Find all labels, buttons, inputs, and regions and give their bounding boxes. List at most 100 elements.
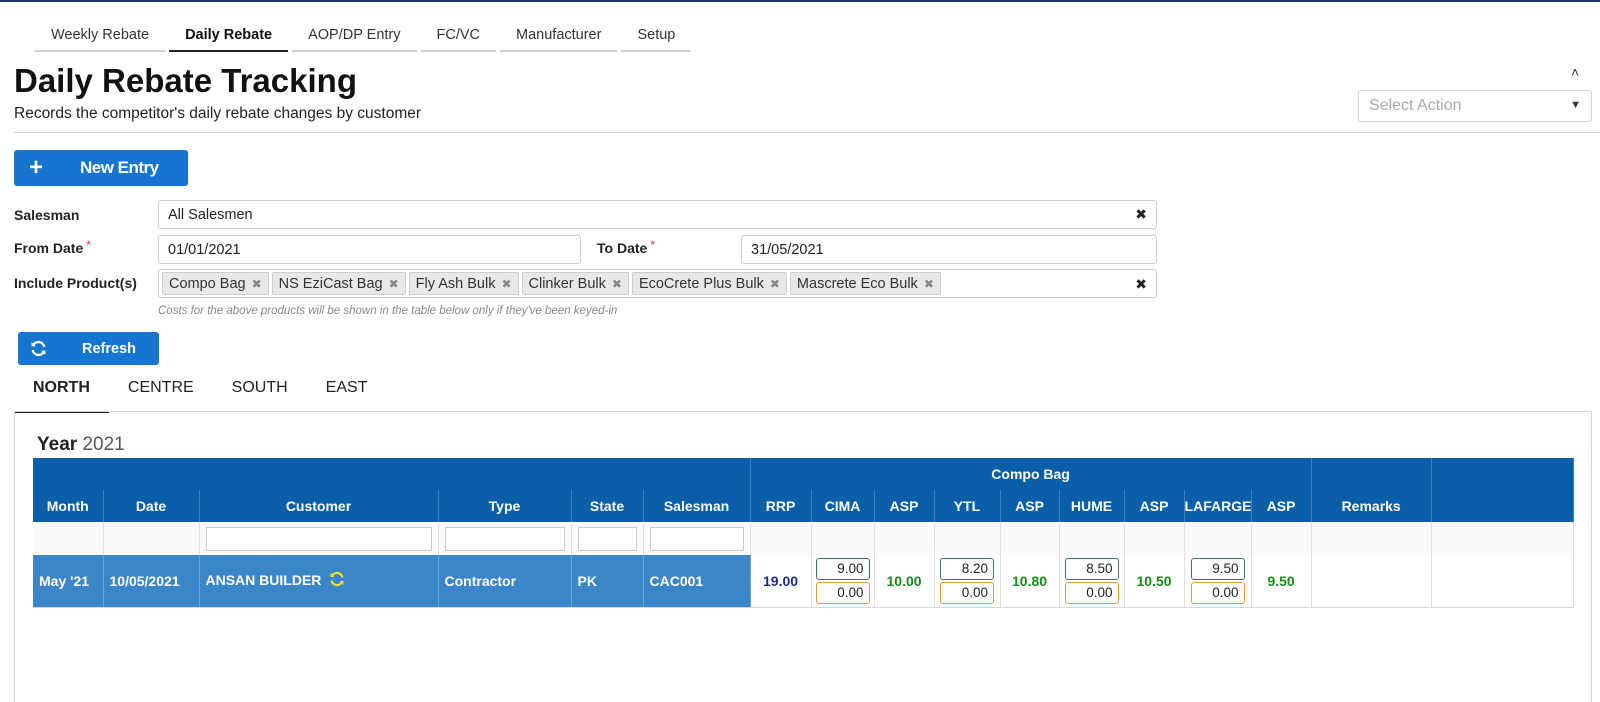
tab-weekly-rebate[interactable]: Weekly Rebate xyxy=(35,22,166,52)
column-header[interactable]: Salesman xyxy=(643,490,751,522)
cima-cell: 9.00 0.00 xyxy=(811,555,875,608)
column-header[interactable]: Date xyxy=(103,490,200,522)
column-header[interactable]: Month xyxy=(33,490,104,522)
remarks-cell[interactable] xyxy=(1311,555,1432,608)
lafarge-rebate-input[interactable]: 9.50 xyxy=(1190,557,1245,580)
filter-cell xyxy=(1059,522,1125,555)
required-asterisk: * xyxy=(86,238,91,252)
month-cell: May '21 xyxy=(33,555,104,608)
column-header[interactable]: Remarks xyxy=(1311,490,1432,522)
remove-tag-icon[interactable]: ✖ xyxy=(612,277,622,291)
column-header[interactable]: RRP xyxy=(750,490,812,522)
date-cell: 10/05/2021 xyxy=(103,555,200,608)
remove-tag-icon[interactable]: ✖ xyxy=(924,277,934,291)
filter-cell xyxy=(1431,522,1575,555)
to-date-input[interactable]: 31/05/2021 xyxy=(741,235,1157,264)
tab-aop-dp-entry[interactable]: AOP/DP Entry xyxy=(292,22,417,52)
refresh-label: Refresh xyxy=(82,340,136,357)
salesman-select[interactable]: All Salesmen ✖ xyxy=(158,200,1157,229)
new-entry-button[interactable]: + New Entry xyxy=(14,150,188,186)
group-header-blank xyxy=(1431,458,1575,490)
ytl-extra-input[interactable]: 0.00 xyxy=(940,581,995,604)
product-tag[interactable]: EcoCrete Plus Bulk ✖ xyxy=(631,272,787,295)
column-header xyxy=(1431,490,1575,522)
lafarge-asp-cell: 9.50 xyxy=(1251,555,1312,608)
table-row[interactable]: May '21 10/05/2021 ANSAN BUILDER Contrac… xyxy=(33,555,1575,608)
group-header-blank xyxy=(33,458,751,490)
clear-salesman-icon[interactable]: ✖ xyxy=(1135,206,1147,223)
filter-row xyxy=(33,522,1575,555)
hume-rebate-input[interactable]: 8.50 xyxy=(1064,557,1119,580)
sync-icon[interactable] xyxy=(329,571,345,590)
remove-tag-icon[interactable]: ✖ xyxy=(770,277,780,291)
customer-filter-input[interactable] xyxy=(205,526,432,551)
clear-products-icon[interactable]: ✖ xyxy=(1135,276,1147,293)
collapse-chevron-up-icon[interactable]: ˄ xyxy=(1571,64,1579,80)
filter-cell xyxy=(438,522,572,555)
group-header-compo-bag: Compo Bag xyxy=(750,458,1312,490)
tab-setup[interactable]: Setup xyxy=(621,22,692,52)
remove-tag-icon[interactable]: ✖ xyxy=(389,277,399,291)
year-heading: Year 2021 xyxy=(37,434,125,455)
product-tag[interactable]: Mascrete Eco Bulk ✖ xyxy=(789,272,941,295)
cima-extra-input[interactable]: 0.00 xyxy=(815,581,870,604)
cima-rebate-input[interactable]: 9.00 xyxy=(815,557,870,580)
product-tag[interactable]: NS EziCast Bag ✖ xyxy=(271,272,406,295)
tab-fc-vc[interactable]: FC/VC xyxy=(420,22,497,52)
refresh-icon xyxy=(18,340,58,357)
required-asterisk: * xyxy=(650,238,655,252)
column-header[interactable]: YTL xyxy=(934,490,1001,522)
tab-east[interactable]: EAST xyxy=(307,370,387,413)
refresh-button[interactable]: Refresh xyxy=(18,332,159,365)
blank-cell xyxy=(1431,555,1575,608)
remove-tag-icon[interactable]: ✖ xyxy=(252,277,262,291)
column-header[interactable]: State xyxy=(571,490,644,522)
select-action-placeholder: Select Action xyxy=(1369,97,1462,114)
from-date-label: From Date * xyxy=(14,238,91,256)
filter-cell xyxy=(874,522,935,555)
column-header[interactable]: ASP xyxy=(874,490,935,522)
plus-icon: + xyxy=(28,154,43,181)
lafarge-extra-input[interactable]: 0.00 xyxy=(1190,581,1245,604)
type-filter-input[interactable] xyxy=(444,526,565,551)
hume-extra-input[interactable]: 0.00 xyxy=(1064,581,1119,604)
ytl-asp-cell: 10.80 xyxy=(1000,555,1060,608)
customer-cell: ANSAN BUILDER xyxy=(199,555,439,608)
tab-centre[interactable]: CENTRE xyxy=(109,370,213,413)
salesman-value: All Salesmen xyxy=(168,207,253,223)
caret-down-icon: ▼ xyxy=(1570,99,1581,111)
tab-south[interactable]: SOUTH xyxy=(213,370,307,413)
page-subtitle: Records the competitor's daily rebate ch… xyxy=(14,105,422,122)
tab-north[interactable]: NORTH xyxy=(14,370,109,413)
column-header[interactable]: ASP xyxy=(1251,490,1312,522)
top-tab-bar: Weekly Rebate Daily Rebate AOP/DP Entry … xyxy=(35,22,692,52)
product-tag[interactable]: Clinker Bulk ✖ xyxy=(521,272,629,295)
group-header-blank xyxy=(1311,458,1432,490)
product-tag[interactable]: Compo Bag ✖ xyxy=(162,272,269,295)
column-header[interactable]: ASP xyxy=(1124,490,1185,522)
remove-tag-icon[interactable]: ✖ xyxy=(501,277,511,291)
filter-cell xyxy=(1251,522,1312,555)
new-entry-label: New Entry xyxy=(80,158,159,177)
column-header[interactable]: Type xyxy=(438,490,572,522)
column-header[interactable]: LAFARGE xyxy=(1184,490,1252,522)
from-date-input[interactable]: 01/01/2021 xyxy=(158,235,581,264)
ytl-rebate-input[interactable]: 8.20 xyxy=(940,557,995,580)
salesman-filter-input[interactable] xyxy=(649,526,744,551)
region-tab-bar: NORTH CENTRE SOUTH EAST xyxy=(14,370,386,413)
column-header[interactable]: HUME xyxy=(1059,490,1125,522)
salesman-cell: CAC001 xyxy=(643,555,751,608)
products-multiselect[interactable]: Compo Bag ✖ NS EziCast Bag ✖ Fly Ash Bulk ✖… xyxy=(158,269,1157,298)
state-filter-input[interactable] xyxy=(577,526,637,551)
product-tag[interactable]: Fly Ash Bulk ✖ xyxy=(408,272,519,295)
column-header[interactable]: CIMA xyxy=(811,490,875,522)
filter-cell xyxy=(1311,522,1432,555)
filter-cell xyxy=(811,522,875,555)
column-header[interactable]: Customer xyxy=(199,490,439,522)
to-date-label: To Date * xyxy=(597,238,655,256)
rrp-cell: 19.00 xyxy=(750,555,812,608)
column-header[interactable]: ASP xyxy=(1000,490,1060,522)
tab-manufacturer[interactable]: Manufacturer xyxy=(500,22,618,52)
select-action-dropdown[interactable]: Select Action ▼ xyxy=(1358,90,1592,122)
tab-daily-rebate[interactable]: Daily Rebate xyxy=(169,22,289,52)
